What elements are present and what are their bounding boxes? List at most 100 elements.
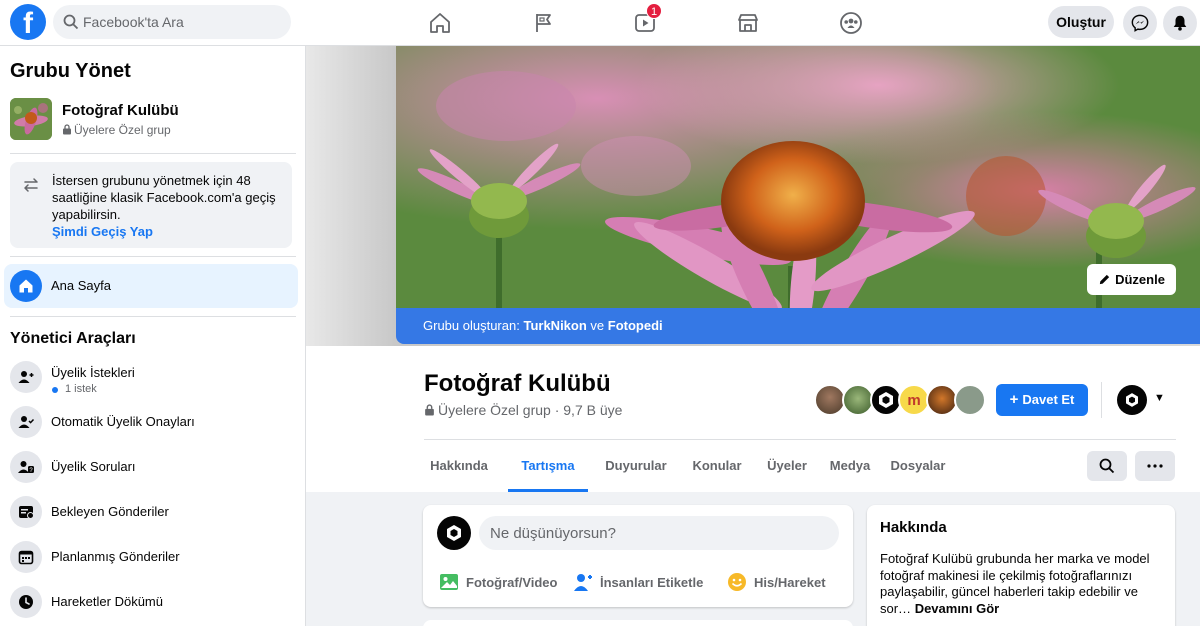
tag-people-button[interactable]: İnsanları Etiketle [573, 569, 703, 595]
photo-video-button[interactable]: Fotoğraf/Video [439, 569, 557, 595]
messenger-button[interactable] [1123, 6, 1157, 40]
group-title: Fotoğraf Kulübü [424, 370, 611, 397]
invite-label: Davet Et [1022, 392, 1075, 407]
group-meta: Üyelere Özel grup · 9,7 B üye [424, 402, 622, 418]
lock-icon [425, 404, 434, 416]
search-icon [1099, 458, 1115, 474]
sidebar-item-label: Planlanmış Gönderiler [51, 549, 180, 564]
sidebar-title: Grubu Yönet [10, 60, 131, 82]
sidebar-group-privacy: Üyelere Özel grup [62, 123, 171, 137]
clock-icon [10, 586, 42, 618]
sidebar-item-scheduled-posts[interactable]: Planlanmış Gönderiler [4, 535, 298, 579]
tab-announcements[interactable]: Duyurular [600, 440, 672, 492]
smiley-icon [727, 572, 747, 592]
sidebar-divider [10, 316, 296, 317]
sidebar-item-label: Üyelik İstekleri [51, 365, 135, 380]
person-question-icon: ? [10, 451, 42, 483]
sidebar-item-membership-questions[interactable]: ? Üyelik Soruları [4, 445, 298, 489]
creator-link-2[interactable]: Fotopedi [608, 318, 663, 333]
create-button[interactable]: Oluştur [1048, 6, 1114, 38]
cover-photo [396, 46, 1200, 308]
group-creator-bar: Grubu oluşturan: TurkNikon ve Fotopedi [396, 308, 1200, 344]
pencil-icon [1099, 274, 1110, 285]
creator-prefix: Grubu oluşturan: [423, 318, 520, 333]
marketplace-nav-button[interactable] [731, 6, 765, 40]
creator-link-1[interactable]: TurkNikon [523, 318, 586, 333]
calendar-icon [10, 541, 42, 573]
search-box[interactable] [53, 5, 291, 39]
tab-media[interactable]: Medya [826, 440, 874, 492]
more-options-button[interactable] [1135, 451, 1175, 481]
lock-icon [63, 124, 71, 135]
tab-members[interactable]: Üyeler [762, 440, 812, 492]
sidebar-item-label: Ana Sayfa [51, 278, 111, 293]
switch-arrows-icon [22, 176, 40, 199]
feeling-activity-label: His/Hareket [754, 574, 826, 590]
notifications-button[interactable] [1163, 6, 1197, 40]
sidebar-item-auto-approvals[interactable]: Otomatik Üyelik Onayları [4, 400, 298, 444]
sidebar-item-label: Bekleyen Gönderiler [51, 504, 169, 519]
feeling-activity-button[interactable]: His/Hareket [727, 569, 826, 595]
post-composer: Fotoğraf/Video İnsanları Etiketle His/Ha… [423, 505, 853, 607]
group-search-button[interactable] [1087, 451, 1127, 481]
sidebar-divider [10, 256, 296, 257]
composer-avatar[interactable] [437, 516, 471, 550]
facebook-logo[interactable]: f [10, 4, 46, 40]
tab-files[interactable]: Dosyalar [886, 440, 950, 492]
admin-tools-heading: Yönetici Araçları [10, 330, 136, 347]
sidebar-item-membership-requests[interactable]: Üyelik İstekleri 1 istek [4, 355, 298, 399]
pages-nav-button[interactable] [527, 6, 561, 40]
notifications-icon [1173, 15, 1187, 31]
pending-posts-icon [10, 496, 42, 528]
classic-switch-notice: İstersen grubunu yönetmek için 48 saatli… [10, 162, 292, 248]
about-title: Hakkında [880, 519, 947, 536]
sidebar-item-pending-posts[interactable]: Bekleyen Gönderiler [4, 490, 298, 534]
tab-about[interactable]: Hakkında [424, 440, 494, 492]
header-separator [1101, 382, 1102, 418]
flag-icon [536, 14, 551, 32]
sidebar-item-label: Üyelik Soruları [51, 459, 136, 474]
add-person-icon [10, 361, 42, 393]
sidebar-group-name[interactable]: Fotoğraf Kulübü [62, 102, 179, 119]
video-notification-badge: 1 [646, 3, 662, 19]
next-feed-card [423, 620, 853, 626]
person-check-icon [10, 406, 42, 438]
member-avatar[interactable] [954, 384, 986, 416]
group-thumbnail[interactable] [10, 98, 52, 140]
sidebar-item-label: Otomatik Üyelik Onayları [51, 414, 195, 429]
sidebar-divider [10, 153, 296, 154]
home-icon [430, 13, 450, 33]
photo-icon [439, 572, 459, 592]
see-more-link[interactable]: Devamını Gör [915, 601, 1000, 616]
notice-text: İstersen grubunu yönetmek için 48 saatli… [52, 173, 276, 222]
group-header: Fotoğraf Kulübü Üyelere Özel grup · 9,7 … [306, 346, 1200, 492]
cover-area [306, 46, 1200, 346]
home-nav-button[interactable] [423, 6, 457, 40]
watch-nav-button[interactable]: 1 [628, 3, 662, 40]
photo-video-label: Fotoğraf/Video [466, 574, 558, 590]
chevron-down-icon[interactable]: ▼ [1154, 392, 1165, 404]
top-navigation-bar: f 1 Oluştur [0, 0, 1200, 46]
invite-button[interactable]: + Davet Et [996, 384, 1088, 416]
groups-nav-button[interactable] [834, 6, 868, 40]
tab-discussion[interactable]: Tartışma [508, 440, 588, 492]
marketplace-icon [738, 14, 758, 32]
sidebar-item-label: Hareketler Dökümü [51, 594, 163, 609]
group-meta-text: Üyelere Özel grup · 9,7 B üye [438, 402, 623, 418]
groups-icon [840, 12, 862, 34]
edit-cover-button[interactable]: Düzenle [1087, 264, 1176, 295]
plus-icon: + [1009, 391, 1019, 408]
sidebar-item-home[interactable]: Ana Sayfa [4, 264, 298, 308]
more-icon [1147, 464, 1163, 468]
search-input[interactable] [83, 5, 283, 39]
tag-person-icon [573, 572, 593, 592]
home-icon [10, 270, 42, 302]
switch-now-link[interactable]: Şimdi Geçiş Yap [52, 224, 153, 239]
manage-group-sidebar: Grubu Yönet Fotoğraf Kulübü Üyelere Özel… [0, 46, 306, 626]
group-privacy-text: Üyelere Özel grup [74, 123, 171, 137]
messenger-icon [1131, 14, 1149, 32]
acting-as-avatar[interactable] [1117, 385, 1147, 415]
composer-input[interactable] [479, 516, 839, 550]
tab-topics[interactable]: Konular [686, 440, 748, 492]
sidebar-item-activity-log[interactable]: Hareketler Dökümü [4, 580, 298, 624]
